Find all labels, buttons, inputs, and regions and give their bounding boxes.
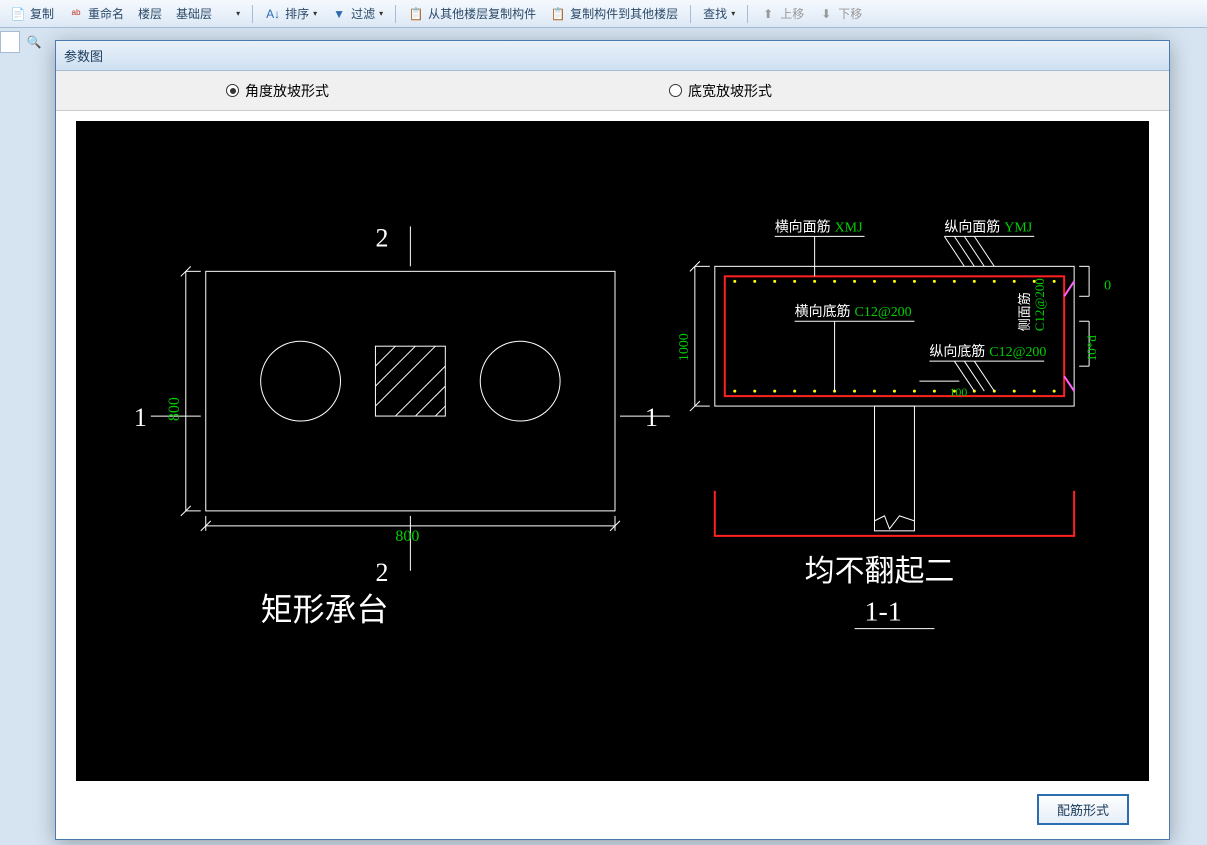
v-bottom-bar-label: 纵向底筋 — [929, 343, 985, 360]
search-icon[interactable]: 🔍 — [24, 32, 44, 52]
copy-to-icon: 📋 — [550, 6, 566, 22]
radio-checked-icon — [226, 84, 239, 97]
sort-button[interactable]: A↓ 排序 ▾ — [259, 3, 323, 24]
separator — [252, 5, 253, 23]
rebar-form-button[interactable]: 配筋形式 — [1037, 794, 1129, 825]
right-drawing-title-2: 1-1 — [865, 597, 902, 628]
copy-from-icon: 📋 — [408, 6, 424, 22]
h-bottom-bar-label: 横向底筋 — [795, 303, 851, 320]
left-drawing-title: 矩形承台 — [261, 593, 389, 628]
filter-icon: ▼ — [331, 6, 347, 22]
section-1-right: 1 — [645, 403, 658, 432]
copy-from-other-button[interactable]: 📋 从其他楼层复制构件 — [402, 3, 542, 24]
copy-button[interactable]: 📄 复制 — [4, 3, 60, 24]
dialog-title: 参数图 — [56, 41, 1169, 71]
rename-button[interactable]: ᵃᵇ 重命名 — [62, 3, 130, 24]
chevron-down-icon: ▾ — [236, 9, 240, 18]
dim-right-10d: 10*d — [1084, 335, 1099, 361]
h-face-bar-val: XMJ — [835, 220, 864, 235]
dim-right-0: 0 — [1104, 278, 1111, 293]
chevron-down-icon: ▾ — [731, 9, 735, 18]
separator — [395, 5, 396, 23]
main-toolbar: 📄 复制 ᵃᵇ 重命名 楼层 基础层 ▾ A↓ 排序 ▾ ▼ 过滤 ▾ 📋 从其… — [0, 0, 1207, 28]
search-input[interactable] — [0, 31, 20, 53]
side-bar-label: 侧面筋 — [1017, 292, 1032, 331]
param-dialog: 参数图 角度放坡形式 底宽放坡形式 — [55, 40, 1170, 840]
dim-inner-100: 100 — [949, 385, 967, 399]
find-dropdown[interactable]: 查找 ▾ — [697, 3, 741, 24]
dim-section-v: 1000 — [677, 333, 692, 361]
side-bar-val: C12@200 — [1032, 278, 1047, 331]
base-layer-dropdown[interactable]: 基础层 ▾ — [170, 3, 246, 24]
bottom-width-slope-radio[interactable]: 底宽放坡形式 — [669, 81, 772, 101]
arrow-down-icon: ⬇ — [818, 6, 834, 22]
filter-button[interactable]: ▼ 过滤 ▾ — [325, 3, 389, 24]
copy-icon: 📄 — [10, 6, 26, 22]
move-down-button[interactable]: ⬇ 下移 — [812, 3, 868, 24]
dialog-footer: 配筋形式 — [56, 789, 1169, 829]
floor-label: 楼层 — [132, 3, 168, 24]
copy-to-other-button[interactable]: 📋 复制构件到其他楼层 — [544, 3, 684, 24]
dim-v-left: 800 — [166, 397, 183, 421]
h-face-bar-label: 横向面筋 — [775, 218, 831, 235]
v-bottom-bar-val: C12@200 — [989, 345, 1046, 360]
radio-unchecked-icon — [669, 84, 682, 97]
section-2-top: 2 — [375, 223, 388, 252]
arrow-up-icon: ⬆ — [760, 6, 776, 22]
section-1-left: 1 — [134, 403, 147, 432]
right-drawing-title-1: 均不翻起二 — [805, 555, 955, 588]
drawing-canvas: 2 2 1 1 800 — [76, 121, 1149, 781]
chevron-down-icon: ▾ — [379, 9, 383, 18]
move-up-button[interactable]: ⬆ 上移 — [754, 3, 810, 24]
chevron-down-icon: ▾ — [313, 9, 317, 18]
v-face-bar-val: YMJ — [1004, 220, 1033, 235]
angle-slope-radio[interactable]: 角度放坡形式 — [226, 81, 329, 101]
separator — [747, 5, 748, 23]
section-2-bottom: 2 — [375, 558, 388, 587]
sort-icon: A↓ — [265, 6, 281, 22]
slope-mode-radios: 角度放坡形式 底宽放坡形式 — [56, 71, 1169, 111]
h-bottom-bar-val: C12@200 — [855, 305, 912, 320]
dim-h-bottom: 800 — [395, 528, 419, 545]
rename-icon: ᵃᵇ — [68, 6, 84, 22]
v-face-bar-label: 纵向面筋 — [944, 218, 1000, 235]
separator — [690, 5, 691, 23]
